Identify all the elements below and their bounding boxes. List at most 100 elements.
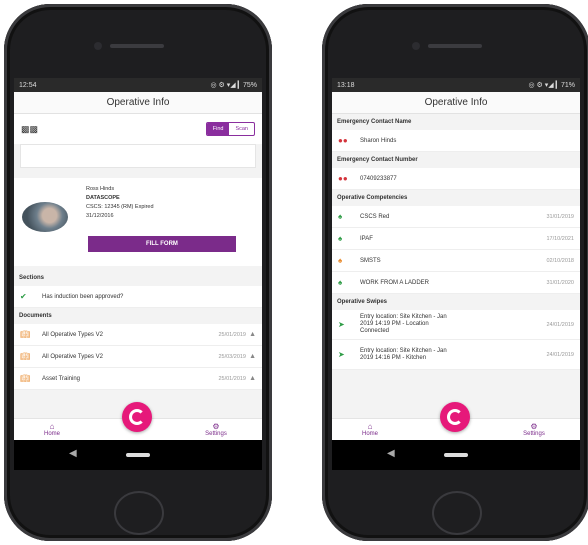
camera-dot bbox=[412, 42, 420, 50]
swipe-date: 24/01/2019 bbox=[546, 351, 574, 358]
status-time: 13:18 bbox=[337, 81, 355, 89]
page-title: Operative Info bbox=[14, 92, 262, 114]
competency-name: WORK FROM A LADDER bbox=[360, 279, 430, 286]
person-icon: ♠ bbox=[338, 256, 343, 265]
nav-home-pill[interactable] bbox=[126, 453, 150, 457]
phone-frame-right: 13:18 ◎ ⚙ ▾◢ ▎71% Operative Info Emergen… bbox=[322, 4, 588, 541]
competency-date: 02/10/2018 bbox=[546, 257, 574, 264]
operative-company: DATASCOPE bbox=[86, 195, 120, 201]
swipe-line-1: Entry location: Site Kitchen - Jan bbox=[360, 314, 447, 320]
tab-home-label: Home bbox=[43, 431, 60, 437]
status-time: 12:54 bbox=[19, 81, 37, 89]
list-item[interactable]: ✔ Has induction been approved? bbox=[14, 286, 262, 308]
search-input[interactable] bbox=[20, 144, 256, 168]
back-icon[interactable]: ◀ bbox=[387, 448, 395, 459]
swipe-line-2: 2019 14:16 PM - Kitchen bbox=[360, 354, 427, 361]
status-bar: 13:18 ◎ ⚙ ▾◢ ▎71% bbox=[332, 78, 580, 92]
app-logo-button[interactable] bbox=[122, 402, 152, 432]
camera-dot bbox=[94, 42, 102, 50]
document-name: Asset Training bbox=[42, 375, 81, 382]
check-icon: ✔ bbox=[20, 292, 27, 301]
content-left: ▩▩ Find Scan Ross Hinds DATASCOPE CSCS: … bbox=[14, 114, 262, 418]
find-scan-row: ▩▩ Find Scan bbox=[14, 114, 262, 144]
document-date: 25/01/2019 bbox=[218, 375, 246, 382]
swipe-details: Entry location: Site Kitchen - Jan 2019 … bbox=[352, 348, 546, 362]
page-title: Operative Info bbox=[332, 92, 580, 114]
scan-tab[interactable]: Scan bbox=[229, 123, 254, 135]
trash-icon[interactable]: ▲ bbox=[246, 375, 256, 382]
list-item-label: Has induction been approved? bbox=[42, 293, 124, 300]
book-icon: 📖︎ bbox=[20, 374, 31, 383]
document-row[interactable]: 📖︎ Asset Training 25/01/2019 ▲ bbox=[14, 368, 262, 390]
competency-row[interactable]: ♠ SMSTS 02/10/2018 bbox=[332, 250, 580, 272]
tab-home[interactable]: ⌂ Home bbox=[22, 422, 82, 437]
tab-settings[interactable]: ⚙ Settings bbox=[504, 422, 564, 437]
competency-row[interactable]: ♠ IPAF 17/10/2021 bbox=[332, 228, 580, 250]
trash-icon[interactable]: ▲ bbox=[246, 353, 256, 360]
document-date: 25/03/2019 bbox=[218, 353, 246, 360]
home-icon: ⌂ bbox=[49, 422, 55, 431]
card-status: CSCS: 12345 (RM) Expired bbox=[86, 204, 154, 210]
emergency-number-header: Emergency Contact Number bbox=[332, 152, 580, 168]
fill-form-button[interactable]: FILL FORM bbox=[88, 236, 236, 252]
sections-header: Sections bbox=[14, 270, 262, 286]
emergency-name-header: Emergency Contact Name bbox=[332, 114, 580, 130]
tab-settings-label: Settings bbox=[523, 431, 545, 437]
competency-name: IPAF bbox=[360, 235, 373, 242]
competency-row[interactable]: ♠ WORK FROM A LADDER 31/01/2020 bbox=[332, 272, 580, 294]
person-icon: ♠ bbox=[338, 234, 343, 243]
content-right: Emergency Contact Name ●● Sharon Hinds E… bbox=[332, 114, 580, 418]
screen-left: 12:54 ◎ ⚙ ▾◢ ▎75% Operative Info ▩▩ Find… bbox=[14, 78, 262, 470]
android-nav-bar: ◀ bbox=[14, 440, 262, 470]
swipe-line-3: Connected bbox=[360, 328, 390, 334]
swipe-details: Entry location: Site Kitchen - Jan 2019 … bbox=[352, 314, 546, 335]
emergency-number-row[interactable]: ●● 07409233877 bbox=[332, 168, 580, 190]
book-icon: 📖︎ bbox=[20, 330, 31, 339]
status-bar: 12:54 ◎ ⚙ ▾◢ ▎75% bbox=[14, 78, 262, 92]
find-tab[interactable]: Find bbox=[206, 123, 230, 135]
emergency-name: Sharon Hinds bbox=[360, 137, 397, 144]
android-nav-bar: ◀ bbox=[332, 440, 580, 470]
swipe-date: 24/01/2019 bbox=[546, 321, 574, 328]
competency-name: CSCS Red bbox=[360, 213, 390, 220]
nav-home-pill[interactable] bbox=[444, 453, 468, 457]
app-logo-button[interactable] bbox=[440, 402, 470, 432]
competency-date: 17/10/2021 bbox=[546, 235, 574, 242]
entry-arrow-icon: ➤ bbox=[338, 350, 345, 359]
documents-header: Documents bbox=[14, 308, 262, 324]
emergency-number: 07409233877 bbox=[360, 175, 397, 182]
document-row[interactable]: 📖︎ All Operative Types V2 25/01/2019 ▲ bbox=[14, 324, 262, 346]
back-icon[interactable]: ◀ bbox=[69, 448, 77, 459]
speaker-grille bbox=[110, 44, 164, 48]
document-row[interactable]: 📖︎ All Operative Types V2 25/03/2019 ▲ bbox=[14, 346, 262, 368]
person-icon: ♠ bbox=[338, 278, 343, 287]
swipe-row[interactable]: ➤ Entry location: Site Kitchen - Jan 201… bbox=[332, 340, 580, 370]
swipe-row[interactable]: ➤ Entry location: Site Kitchen - Jan 201… bbox=[332, 310, 580, 340]
tab-home[interactable]: ⌂ Home bbox=[340, 422, 400, 437]
trash-icon[interactable]: ▲ bbox=[246, 331, 256, 338]
document-date: 25/01/2019 bbox=[218, 331, 246, 338]
person-icon: ♠ bbox=[338, 212, 343, 221]
card-expiry-date: 31/12/2016 bbox=[86, 213, 114, 219]
tab-settings[interactable]: ⚙ Settings bbox=[186, 422, 246, 437]
book-icon: 📖︎ bbox=[20, 352, 31, 361]
competency-name: SMSTS bbox=[360, 257, 381, 264]
operative-profile-card: Ross Hinds DATASCOPE CSCS: 12345 (RM) Ex… bbox=[14, 178, 262, 266]
competency-row[interactable]: ♠ CSCS Red 31/01/2019 bbox=[332, 206, 580, 228]
document-name: All Operative Types V2 bbox=[42, 331, 103, 338]
screen-right: 13:18 ◎ ⚙ ▾◢ ▎71% Operative Info Emergen… bbox=[332, 78, 580, 470]
phone-frame-left: 12:54 ◎ ⚙ ▾◢ ▎75% Operative Info ▩▩ Find… bbox=[4, 4, 272, 541]
phone-home-button bbox=[432, 491, 482, 535]
find-scan-toggle: Find Scan bbox=[205, 122, 255, 136]
phone-home-button bbox=[114, 491, 164, 535]
competency-date: 31/01/2020 bbox=[546, 279, 574, 286]
people-icon[interactable]: ▩▩ bbox=[21, 124, 38, 135]
speaker-grille bbox=[428, 44, 482, 48]
operative-name: Ross Hinds bbox=[86, 186, 115, 192]
contact-icon: ●● bbox=[338, 174, 348, 183]
status-icons: ◎ ⚙ ▾◢ ▎71% bbox=[528, 82, 575, 89]
document-name: All Operative Types V2 bbox=[42, 353, 103, 360]
swipe-line-2: 2019 14:19 PM - Location bbox=[360, 321, 429, 327]
contact-icon: ●● bbox=[338, 136, 348, 145]
swipe-line-1: Entry location: Site Kitchen - Jan bbox=[360, 347, 447, 354]
